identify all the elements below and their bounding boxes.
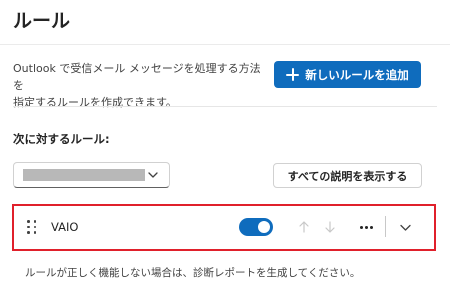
move-down-button[interactable] (320, 217, 340, 237)
rule-name: VAIO (51, 220, 79, 234)
more-options-button[interactable] (356, 217, 376, 237)
rules-description: Outlook で受信メール メッセージを処理する方法を 指定するルールを作成で… (13, 60, 263, 111)
description-line-1: Outlook で受信メール メッセージを処理する方法を (13, 62, 261, 92)
add-new-rule-label: 新しいルールを追加 (305, 67, 409, 82)
move-up-button[interactable] (294, 217, 314, 237)
chevron-down-icon (399, 224, 411, 231)
rules-for-label: 次に対するルール: (13, 132, 110, 146)
section-divider (13, 106, 437, 107)
expand-rule-button[interactable] (395, 217, 415, 237)
more-icon (359, 225, 373, 229)
arrow-down-icon (325, 221, 335, 233)
chevron-down-icon (148, 172, 158, 178)
description-line-2: 指定するルールを作成できます。 (13, 96, 177, 109)
arrow-up-icon (299, 221, 309, 233)
page-title: ルール (13, 10, 71, 32)
rule-enabled-toggle[interactable] (239, 218, 273, 236)
diagnostic-report-note: ルールが正しく機能しない場合は、診断レポートを生成してください。 (25, 267, 361, 279)
show-all-descriptions-button[interactable]: すべての説明を表示する (273, 163, 422, 188)
add-new-rule-button[interactable]: 新しいルールを追加 (274, 61, 421, 88)
redacted-account-value (23, 169, 145, 181)
row-divider (385, 216, 386, 237)
plus-icon (286, 68, 300, 81)
rule-row[interactable]: VAIO (12, 204, 436, 251)
account-dropdown[interactable] (13, 162, 170, 188)
drag-handle-icon[interactable] (27, 220, 37, 234)
title-divider (0, 44, 450, 45)
